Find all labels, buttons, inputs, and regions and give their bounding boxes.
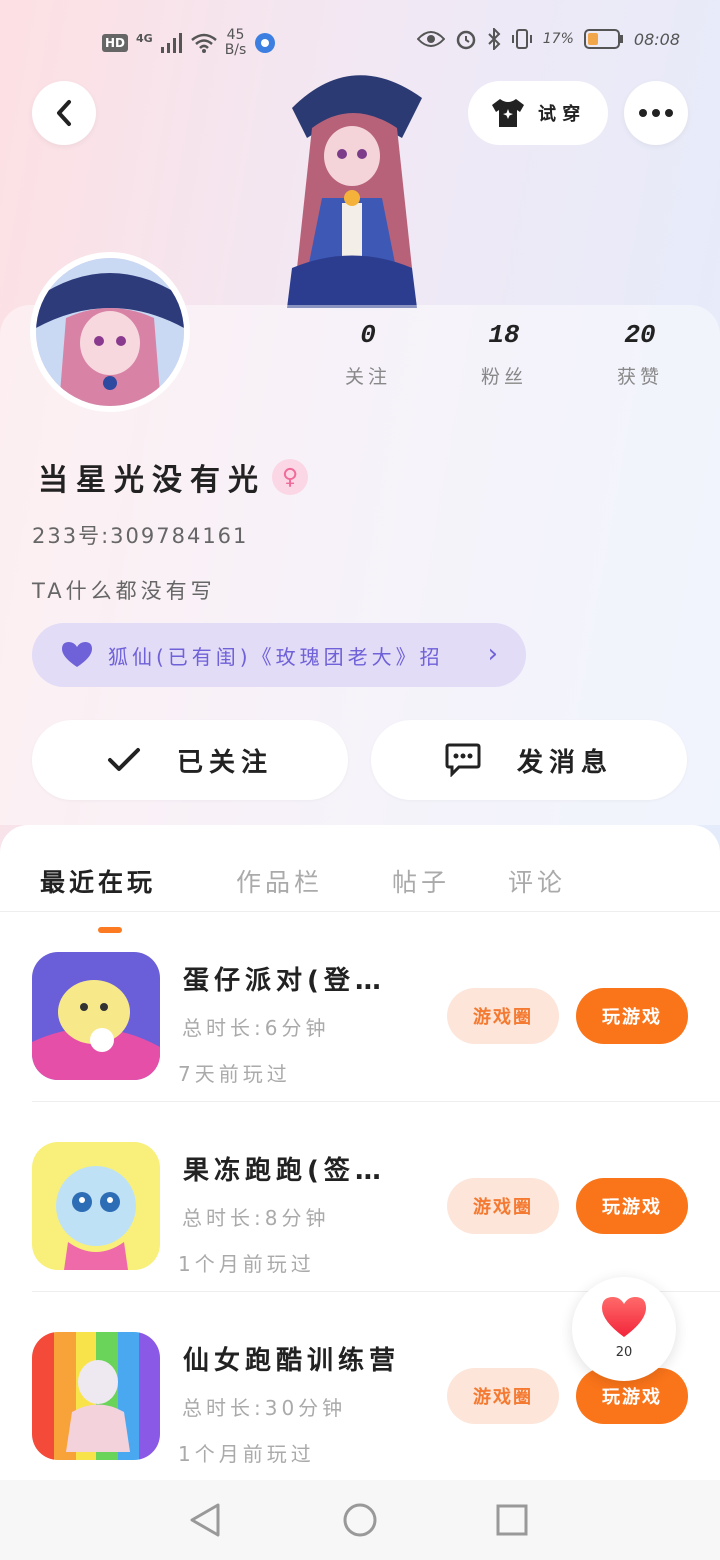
game-icon-eggy-party[interactable] bbox=[32, 952, 160, 1080]
tab-comments[interactable]: 评论 bbox=[508, 863, 566, 899]
chevron-left-icon bbox=[57, 100, 71, 126]
stat-following[interactable]: 0 关注 bbox=[300, 320, 436, 389]
avatar-image bbox=[36, 258, 184, 406]
play-game-button[interactable]: 玩游戏 bbox=[576, 1178, 688, 1234]
game-last-played: 1个月前玩过 bbox=[178, 1442, 315, 1466]
game-last-played: 7天前玩过 bbox=[178, 1062, 291, 1086]
game-icon-image bbox=[32, 1332, 160, 1460]
more-options-button[interactable] bbox=[624, 81, 688, 145]
send-message-button[interactable]: 发消息 bbox=[371, 720, 687, 800]
profile-stats: 0 关注 18 粉丝 20 获赞 bbox=[300, 320, 720, 389]
stat-followers[interactable]: 18 粉丝 bbox=[436, 320, 572, 389]
female-gender-icon: ♀ bbox=[272, 459, 308, 495]
speed-unit: B/s bbox=[224, 42, 247, 58]
user-bio: TA什么都没有写 bbox=[32, 579, 216, 603]
app-notification-icon bbox=[255, 33, 276, 53]
nav-home-icon[interactable] bbox=[342, 1502, 378, 1538]
try-on-button[interactable]: 试 穿 bbox=[468, 81, 608, 145]
guild-name: 狐仙(已有闺)《玫瑰团老大》招 bbox=[108, 644, 444, 669]
clock-time: 08:08 bbox=[633, 29, 680, 49]
following-label: 关注 bbox=[344, 366, 391, 388]
game-total-time: 总时长:8分钟 bbox=[182, 1206, 330, 1230]
tab-posts[interactable]: 帖子 bbox=[392, 863, 450, 899]
followers-count: 18 bbox=[488, 320, 520, 350]
heart-icon bbox=[602, 1297, 646, 1337]
followers-label: 粉丝 bbox=[480, 366, 527, 388]
username-row: 当星光没有光 ♀ bbox=[38, 455, 308, 499]
game-circle-button[interactable]: 游戏圈 bbox=[447, 1368, 559, 1424]
guild-banner[interactable]: 狐仙(已有闺)《玫瑰团老大》招 › bbox=[32, 623, 526, 687]
game-icon-fairy-parkour[interactable] bbox=[32, 1332, 160, 1460]
game-circle-button[interactable]: 游戏圈 bbox=[447, 1178, 559, 1234]
status-bar-left: HD 4G 45 B/s bbox=[102, 28, 276, 58]
game-list-item[interactable]: 果冻跑跑(签… 总时长:8分钟 1个月前玩过 游戏圈 玩游戏 bbox=[0, 1102, 720, 1292]
following-button[interactable]: 已关注 bbox=[32, 720, 348, 800]
profile-tabs: 最近在玩 作品栏 帖子 评论 bbox=[0, 847, 720, 933]
status-bar: HD 4G 45 B/s 17% 08:08 bbox=[0, 22, 720, 62]
hd-badge: HD bbox=[102, 34, 129, 52]
likes-label: 获赞 bbox=[616, 366, 663, 388]
game-total-time: 总时长:6分钟 bbox=[182, 1016, 330, 1040]
wifi-icon bbox=[190, 33, 217, 53]
network-speed: 45 B/s bbox=[225, 28, 247, 58]
system-navigation-bar bbox=[0, 1480, 720, 1560]
game-icon-image bbox=[32, 952, 160, 1080]
battery-icon bbox=[583, 29, 623, 49]
back-button[interactable] bbox=[32, 81, 96, 145]
game-name: 果冻跑跑(签… bbox=[183, 1156, 386, 1186]
network-type: 4G bbox=[136, 31, 153, 45]
status-bar-right: 17% 08:08 bbox=[416, 28, 680, 50]
game-circle-button[interactable]: 游戏圈 bbox=[447, 988, 559, 1044]
check-icon bbox=[107, 748, 140, 771]
username: 当星光没有光 bbox=[38, 463, 266, 498]
following-count: 0 bbox=[360, 320, 376, 350]
game-list-item[interactable]: 蛋仔派对(登… 总时长:6分钟 7天前玩过 游戏圈 玩游戏 bbox=[0, 912, 720, 1102]
game-last-played: 1个月前玩过 bbox=[178, 1252, 315, 1276]
tab-works[interactable]: 作品栏 bbox=[236, 863, 323, 899]
bluetooth-icon bbox=[488, 28, 501, 50]
stat-likes[interactable]: 20 获赞 bbox=[572, 320, 708, 389]
nav-recents-icon[interactable] bbox=[495, 1503, 529, 1537]
game-total-time: 总时长:30分钟 bbox=[182, 1396, 347, 1420]
like-count: 20 bbox=[615, 1345, 633, 1360]
nav-back-icon[interactable] bbox=[188, 1502, 224, 1538]
signal-icon bbox=[160, 33, 182, 53]
user-avatar[interactable] bbox=[30, 252, 190, 412]
following-button-label: 已关注 bbox=[176, 747, 273, 778]
more-dots-icon bbox=[639, 109, 673, 117]
likes-count: 20 bbox=[624, 320, 656, 350]
floating-like-button[interactable]: 20 bbox=[572, 1277, 676, 1381]
tab-recently-played[interactable]: 最近在玩 bbox=[40, 863, 156, 899]
speed-value: 45 bbox=[226, 27, 245, 43]
message-bubble-icon bbox=[445, 743, 481, 777]
game-icon-jelly-run[interactable] bbox=[32, 1142, 160, 1270]
game-name: 仙女跑酷训练营 bbox=[183, 1346, 401, 1376]
user-id: 233号:309784161 bbox=[32, 524, 249, 548]
try-on-label: 试 穿 bbox=[538, 104, 581, 125]
game-name: 蛋仔派对(登… bbox=[183, 966, 386, 996]
game-icon-image bbox=[32, 1142, 160, 1270]
send-message-label: 发消息 bbox=[516, 747, 613, 778]
alarm-icon bbox=[456, 30, 476, 50]
eye-icon bbox=[416, 31, 445, 47]
chevron-right-icon: › bbox=[487, 639, 498, 669]
vibrate-icon bbox=[511, 29, 532, 49]
battery-percent: 17% bbox=[542, 31, 574, 47]
tshirt-icon bbox=[492, 99, 524, 127]
play-game-button[interactable]: 玩游戏 bbox=[576, 988, 688, 1044]
character-portrait bbox=[287, 75, 422, 308]
heart-icon bbox=[62, 642, 92, 667]
